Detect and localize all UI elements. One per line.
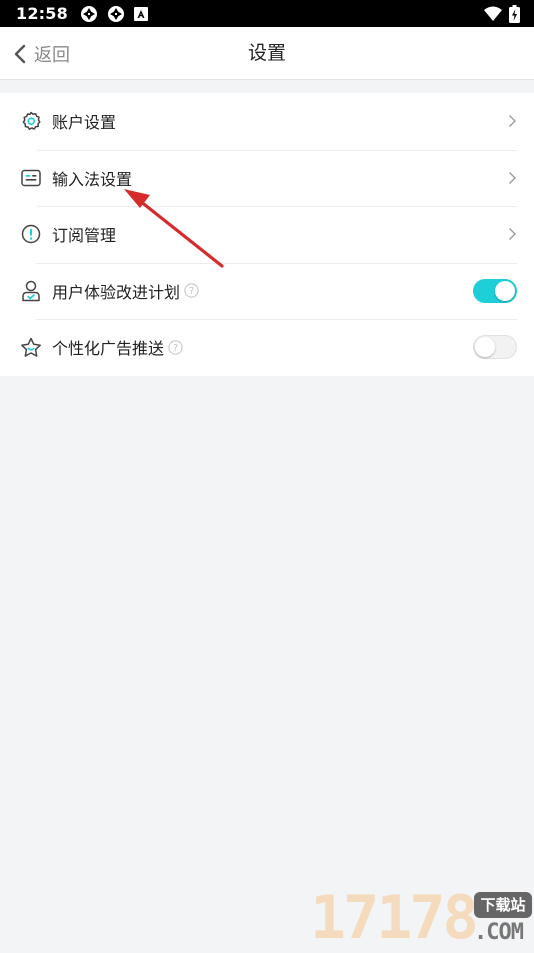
settings-item-label: 账户设置 [52,113,117,133]
status-time: 12:58 [16,4,68,23]
chevron-right-icon [509,171,516,184]
page-title: 设置 [247,42,286,64]
help-icon[interactable]: ? [184,283,199,298]
top-nav-bar: 返回 设置 [0,27,534,80]
settings-item-label: 输入法设置 [52,169,133,189]
status-icons-right [484,4,520,23]
wifi-icon [484,6,502,21]
sync-icon [107,5,124,22]
settings-item-experience-program: 用户体验改进计划 ? [0,262,534,320]
watermark-digits: 17178 [310,883,479,953]
personalized-ads-toggle[interactable] [473,335,517,360]
settings-item-label: 用户体验改进计划 [52,282,181,302]
settings-item-personalized-ads: 个性化广告推送 ? [0,319,534,376]
exclamation-icon [20,223,42,245]
keyboard-icon [20,167,42,189]
chevron-right-icon [509,228,516,241]
chevron-right-icon [509,115,516,128]
settings-item-input-method[interactable]: 输入法设置 [0,149,534,207]
sync-icon [80,5,97,22]
experience-program-toggle[interactable] [473,278,517,303]
settings-item-account[interactable]: 账户设置 [0,93,534,150]
settings-item-subscription[interactable]: 订阅管理 [0,206,534,263]
svg-text:?: ? [189,286,194,297]
app-notification-icon [133,6,148,21]
watermark-suffix: .COM [474,920,524,945]
battery-charging-icon [509,4,520,23]
settings-item-label-group: 个性化广告推送 ? [52,335,183,359]
gear-icon [20,110,42,132]
user-icon [20,280,42,302]
settings-list: 账户设置 输入法设置 订阅管理 用户体验改进计划 ? 个性化广告推送 ? [0,93,534,376]
settings-item-label: 订阅管理 [52,226,117,246]
settings-item-label-group: 用户体验改进计划 ? [52,279,199,303]
status-bar: 12:58 [0,0,534,27]
toggle-knob [495,280,515,301]
svg-text:?: ? [173,343,178,354]
watermark-badge: 下载站 [474,892,532,918]
help-icon[interactable]: ? [168,340,183,355]
settings-item-label: 个性化广告推送 [52,339,165,359]
status-icons-left [80,5,148,23]
site-watermark: 17178 下载站 .COM [310,888,532,948]
star-icon [20,336,42,358]
toggle-knob [475,337,495,358]
